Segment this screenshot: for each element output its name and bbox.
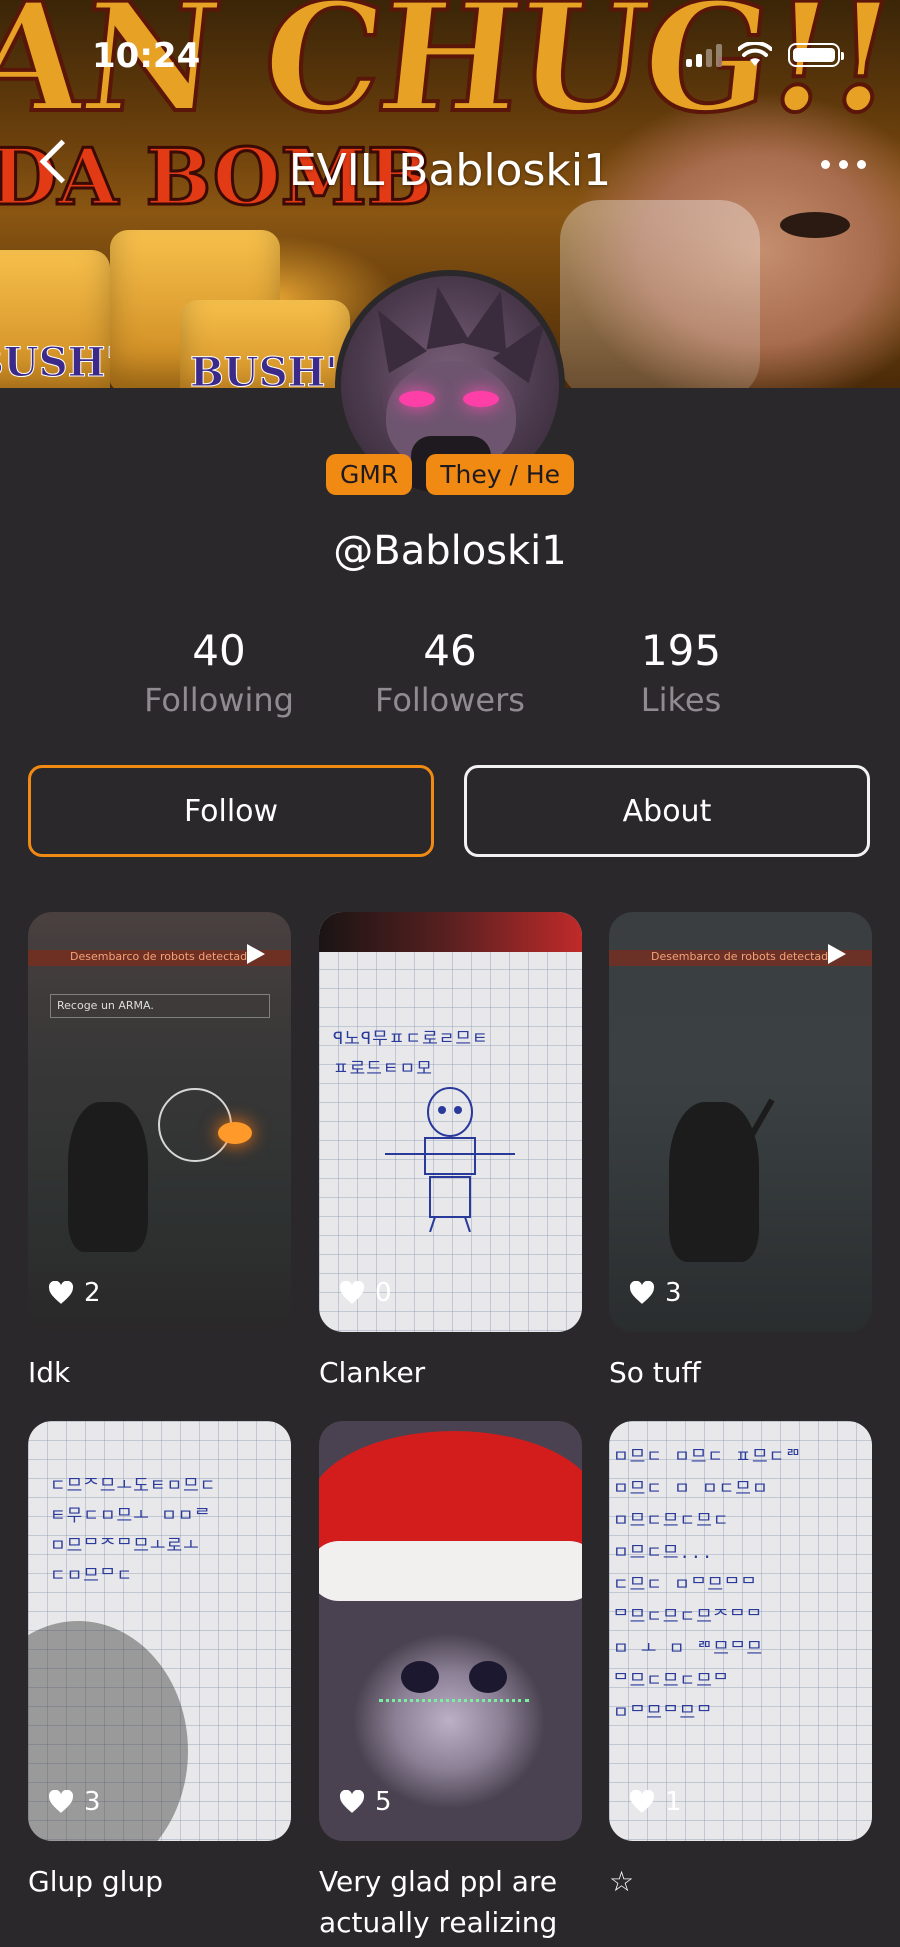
post-caption: So tuff [609,1356,701,1389]
post-caption: Clanker [319,1356,426,1389]
follow-button[interactable]: Follow [28,765,434,857]
post-tile[interactable]: ㄷ므ᄌ므ㅗ도ㅌㅁ므ㄷ ㅌ무ㄷㅁ므ㅗ ㅁㅁᄅ ㅁ므ᄆᄌᄆ므ㅗ로ㅗ ㄷㅁ므ᄆㄷ 3 [28,1421,291,1841]
heart-icon [629,1281,655,1304]
like-count: 0 [339,1278,392,1308]
like-count-value: 3 [84,1787,101,1817]
stat-value: 46 [423,626,477,675]
stat-label: Followers [375,681,525,719]
play-icon [247,944,265,964]
status-time: 10:24 [92,36,201,76]
like-count: 3 [48,1787,101,1817]
stat-label: Following [144,681,294,719]
battery-icon [788,43,844,67]
post-tile[interactable]: ㅁ므ㄷ ㅁ므ㄷ ㅍ므ㄷᄅᄆ ㅁ므ㄷ ㅁ ㅁㄷ므ㅁ ㅁ므ㄷ므ㄷ므ㄷ ㅁ므ㄷ므...… [609,1421,872,1841]
banner-face-eye [780,212,850,238]
stat-following[interactable]: 40 Following [109,626,329,719]
banner-can: BUSH'S [0,250,147,388]
heart-icon [629,1790,655,1813]
stat-likes: 195 Likes [571,626,791,719]
like-count: 5 [339,1787,392,1817]
stat-value: 195 [640,626,722,675]
profile-handle: @Babloski1 [333,528,567,574]
status-icons [686,42,844,68]
post-tile[interactable]: ꟼ노ꟼ무ㅍㄷ로ㄹ므ㅌ ㅍ로드ㅌㅁ모 0 [319,912,582,1332]
badge-gmr: GMR [325,454,413,495]
stat-label: Likes [640,681,722,719]
banner-can: BUSH'S [180,300,367,388]
like-count-value: 1 [665,1787,682,1817]
post-caption: ☆ [609,1865,635,1898]
stat-value: 40 [192,626,246,675]
like-count-value: 3 [665,1278,682,1308]
page-title: EVIL Babloski1 [288,145,612,196]
profile-badges: GMR They / He [0,454,900,495]
like-count-value: 5 [375,1787,392,1817]
hud-text: Desembarco de robots detectado [651,950,835,963]
play-icon [828,944,846,964]
banner-cup [560,200,760,388]
signal-icon [686,43,722,67]
heart-icon [48,1281,74,1304]
badge-pronouns: They / He [426,454,575,495]
about-button[interactable]: About [464,765,870,857]
post-caption: Very glad ppl are actually realizing [319,1865,558,1939]
post-caption: Glup glup [28,1865,163,1898]
heart-icon [48,1790,74,1813]
post-tile[interactable]: 5 [319,1421,582,1841]
hud-hint: Recoge un ARMA. [50,994,270,1018]
drawing [385,1087,515,1232]
post-tile[interactable]: Desembarco de robots detectado Recoge un… [28,912,291,1332]
like-count-value: 2 [84,1278,101,1308]
heart-icon [339,1281,365,1304]
hud-text: Desembarco de robots detectado [70,950,254,963]
more-options-icon[interactable] [821,160,866,169]
heart-icon [339,1790,365,1813]
wifi-icon [738,42,772,66]
like-count: 3 [629,1278,682,1308]
like-count: 2 [48,1278,101,1308]
stat-followers[interactable]: 46 Followers [340,626,560,719]
post-tile[interactable]: Desembarco de robots detectado 3 [609,912,872,1332]
like-count-value: 0 [375,1278,392,1308]
like-count: 1 [629,1787,682,1817]
post-caption: Idk [28,1356,71,1389]
